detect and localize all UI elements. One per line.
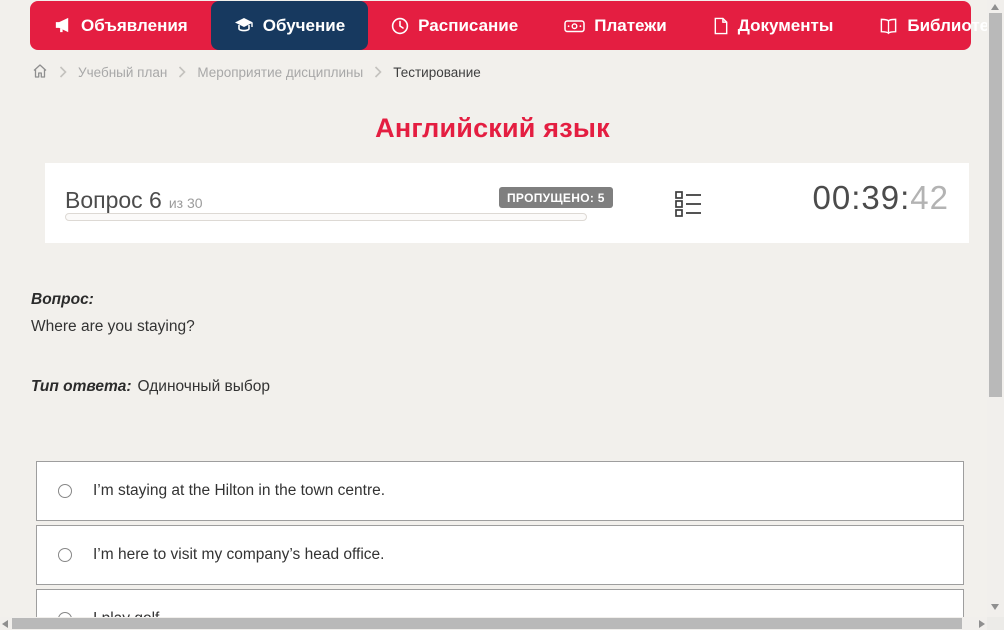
question-list-icon[interactable]	[675, 190, 702, 223]
document-icon	[713, 17, 729, 35]
horizontal-scrollbar[interactable]	[0, 617, 987, 630]
answer-option-1[interactable]: I’m staying at the Hilton in the town ce…	[36, 461, 964, 521]
nav-item-label: Объявления	[81, 15, 188, 35]
nav-item-announcements[interactable]: Объявления	[30, 1, 211, 50]
quiz-timer: 00:39:42	[813, 179, 949, 217]
nav-item-label: Расписание	[418, 15, 519, 35]
scroll-left-arrow-icon[interactable]	[2, 620, 8, 628]
answer-option-label: I’m here to visit my company’s head offi…	[93, 546, 385, 563]
chevron-right-icon	[59, 66, 67, 78]
book-icon	[879, 17, 898, 35]
skipped-badge: ПРОПУЩЕНО: 5	[499, 187, 613, 208]
home-icon[interactable]	[32, 63, 48, 82]
nav-item-label: Обучение	[262, 15, 346, 35]
scroll-down-arrow-icon[interactable]	[991, 604, 999, 610]
question-total: из 30	[168, 195, 203, 211]
answer-type-label: Тип ответа:	[31, 378, 132, 395]
answer-type-value: Одиночный выбор	[137, 378, 271, 395]
breadcrumb: Учебный план Мероприятие дисциплины Тест…	[32, 62, 481, 82]
answer-option-label: I’m staying at the Hilton in the town ce…	[93, 482, 386, 499]
main-navbar: Объявления Обучение Расписание Платежи Д…	[30, 1, 1004, 50]
scrollbar-corner	[987, 617, 1004, 630]
question-heading: Вопрос:	[31, 291, 94, 308]
nav-item-label: Платежи	[594, 15, 667, 35]
breadcrumb-discipline-event[interactable]: Мероприятие дисциплины	[197, 65, 363, 80]
breadcrumb-curriculum[interactable]: Учебный план	[78, 65, 167, 80]
nav-item-documents[interactable]: Документы	[690, 1, 857, 50]
timer-seconds: 42	[910, 179, 949, 216]
question-block: Вопрос: Where are you staying?	[31, 291, 961, 336]
scroll-up-arrow-icon[interactable]	[991, 4, 999, 10]
nav-item-payments[interactable]: Платежи	[541, 1, 690, 50]
nav-item-learning[interactable]: Обучение	[210, 1, 369, 50]
nav-item-schedule[interactable]: Расписание	[368, 1, 541, 50]
scroll-right-arrow-icon[interactable]	[979, 620, 985, 628]
quiz-header-card: Вопрос 6 из 30 ПРОПУЩЕНО: 5 00:39:42	[45, 163, 969, 243]
page-title: Английский язык	[375, 113, 610, 143]
timer-main: 00:39:	[812, 179, 911, 216]
vertical-scrollbar-thumb[interactable]	[989, 13, 1002, 397]
clock-icon	[391, 17, 409, 35]
megaphone-icon	[53, 16, 72, 35]
vertical-scrollbar[interactable]	[987, 0, 1004, 617]
radio-button-icon[interactable]	[58, 548, 72, 562]
answer-type-row: Тип ответа: Одиночный выбор	[31, 378, 270, 396]
banknote-icon	[564, 17, 585, 35]
graduation-cap-icon	[234, 16, 254, 35]
breadcrumb-testing: Тестирование	[393, 64, 481, 80]
radio-button-icon[interactable]	[58, 484, 72, 498]
quiz-progress-bar	[65, 213, 587, 221]
nav-item-label: Документы	[737, 15, 834, 35]
nav-item-library[interactable]: Библиотека	[856, 1, 1004, 50]
answer-options: I’m staying at the Hilton in the town ce…	[36, 461, 964, 630]
chevron-right-icon	[374, 66, 382, 78]
chevron-right-icon	[178, 66, 186, 78]
question-number: Вопрос 6	[65, 187, 162, 213]
horizontal-scrollbar-thumb[interactable]	[12, 618, 962, 629]
answer-option-2[interactable]: I’m here to visit my company’s head offi…	[36, 525, 964, 585]
question-text: Where are you staying?	[31, 318, 195, 335]
